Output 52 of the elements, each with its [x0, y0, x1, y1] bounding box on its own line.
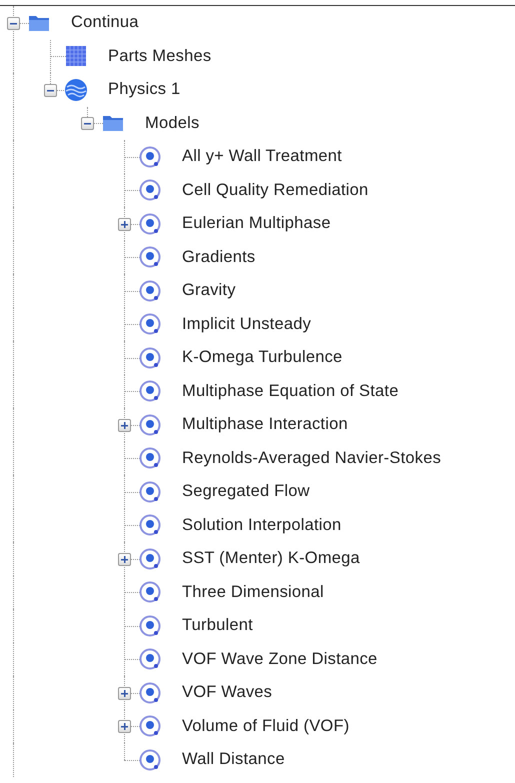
tree-item[interactable]: Turbulent — [182, 613, 253, 638]
tree-item[interactable]: Implicit Unsteady — [182, 312, 312, 337]
tree-item[interactable]: Physics 1 — [108, 77, 180, 102]
tree-item[interactable]: VOF Wave Zone Distance — [182, 646, 378, 672]
expand-toggle[interactable] — [118, 686, 131, 700]
collapse-toggle[interactable] — [81, 117, 94, 130]
ring-dot-icon — [138, 480, 162, 504]
ring-dot-icon — [138, 346, 162, 370]
ring-dot-icon — [138, 546, 162, 571]
tree-item[interactable]: Wall Distance — [182, 747, 285, 772]
tree-item[interactable]: All y+ Wall Treatment — [182, 144, 342, 170]
tree-item[interactable]: VOF Waves — [182, 680, 272, 706]
expand-toggle[interactable] — [118, 218, 131, 231]
ring-dot-icon — [138, 580, 162, 604]
tree-item[interactable]: Eulerian Multiphase — [182, 211, 331, 236]
ring-dot-icon — [138, 278, 162, 303]
ring-dot-icon — [138, 647, 162, 672]
tree-item[interactable]: Parts Meshes — [108, 44, 212, 69]
collapse-toggle[interactable] — [7, 16, 20, 30]
tree-item[interactable]: Solution Interpolation — [182, 512, 342, 538]
expand-toggle[interactable] — [118, 418, 131, 432]
tree-item[interactable]: SST (Menter) K-Omega — [182, 546, 360, 572]
tree-item[interactable]: Models — [145, 110, 200, 136]
ring-dot-icon — [138, 312, 162, 336]
tree-item[interactable]: Segregated Flow — [182, 479, 310, 504]
tree-item[interactable]: Multiphase Interaction — [182, 412, 348, 438]
tree-item[interactable]: Volume of Fluid (VOF) — [182, 714, 350, 739]
expand-toggle[interactable] — [118, 720, 131, 734]
ring-dot-icon — [138, 379, 162, 404]
collapse-toggle[interactable] — [44, 84, 57, 97]
expand-toggle[interactable] — [118, 552, 131, 566]
ring-dot-icon — [138, 178, 162, 202]
tree-item[interactable]: Reynolds-Averaged Navier-Stokes — [182, 446, 442, 471]
tree-item[interactable]: Three Dimensional — [182, 580, 324, 605]
tree-item[interactable]: Continua — [71, 10, 139, 36]
tree-item[interactable]: Gravity — [182, 278, 236, 304]
ring-dot-icon — [138, 714, 162, 738]
ring-dot-icon — [138, 245, 162, 270]
ring-dot-icon — [138, 680, 162, 705]
tree-item[interactable]: K-Omega Turbulence — [182, 345, 342, 370]
grid-icon — [64, 44, 88, 68]
ring-dot-icon — [138, 144, 162, 169]
tree-item[interactable]: Cell Quality Remediation — [182, 178, 368, 203]
ring-dot-icon — [138, 748, 162, 772]
ring-dot-icon — [138, 513, 162, 538]
ring-dot-icon — [138, 212, 162, 236]
tree-item[interactable]: Multiphase Equation of State — [182, 378, 399, 404]
tree-item[interactable]: Gradients — [182, 244, 256, 270]
ring-dot-icon — [138, 614, 162, 638]
wavy-sphere-icon — [64, 78, 88, 102]
ring-dot-icon — [138, 446, 162, 470]
ring-dot-icon — [138, 412, 162, 437]
